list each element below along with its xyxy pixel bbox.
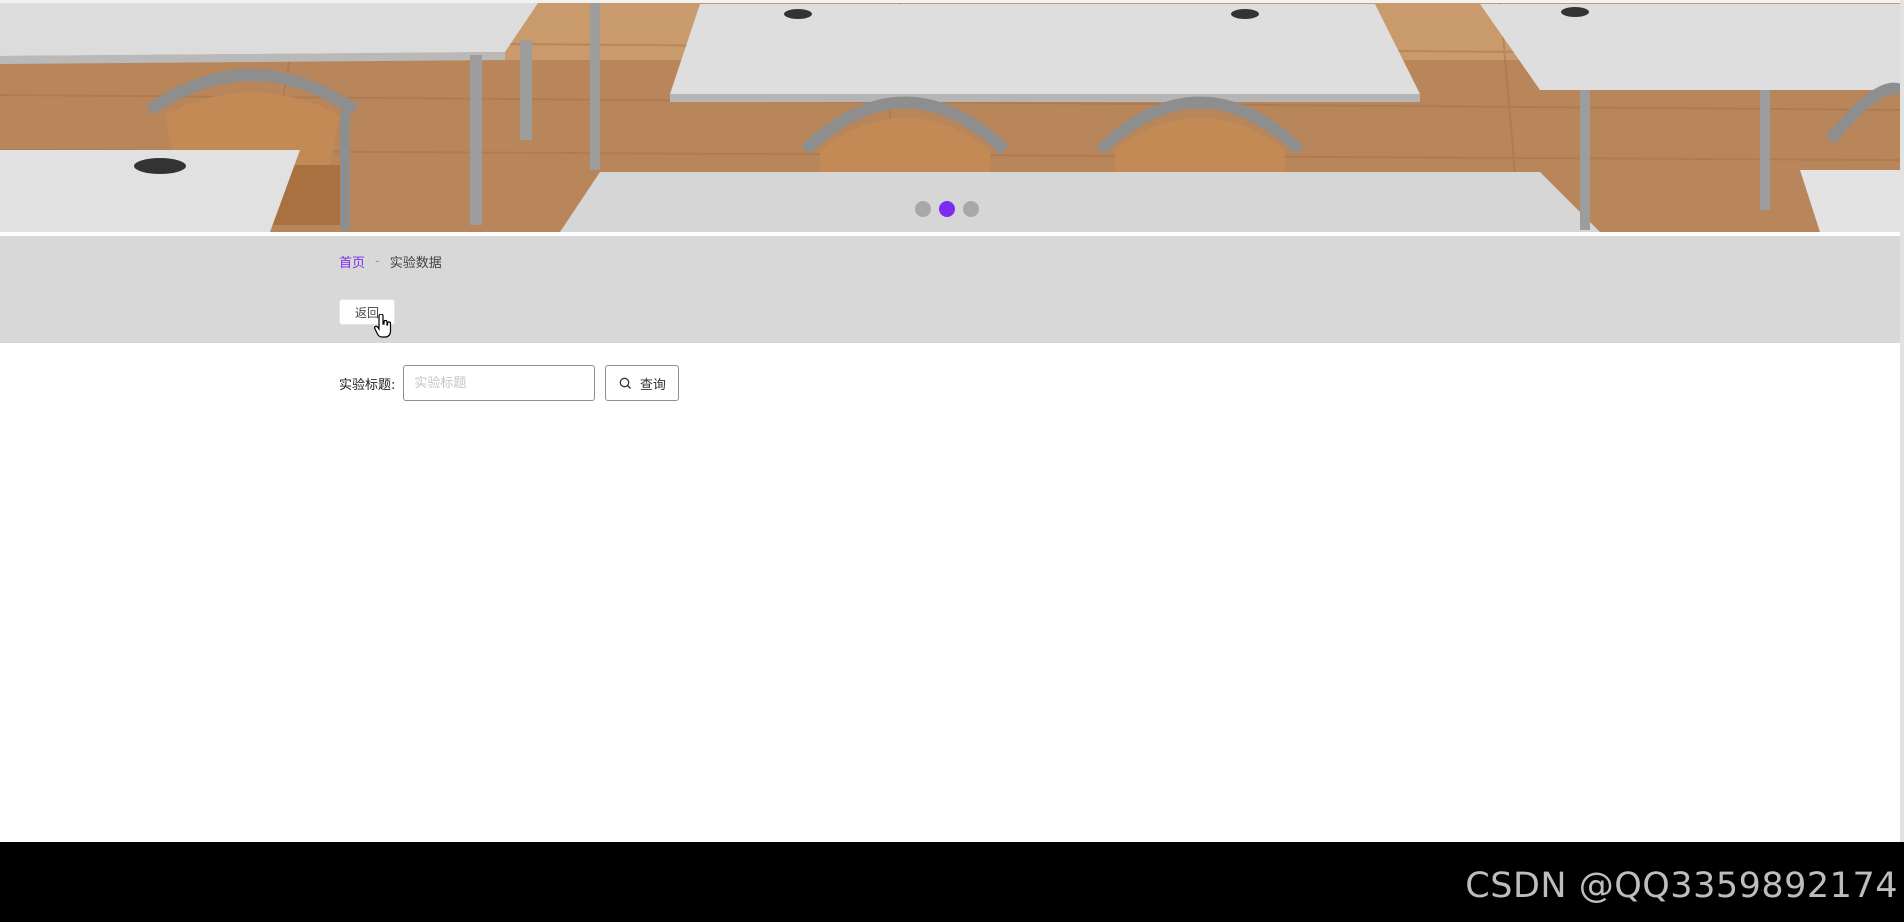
breadcrumb: 首页 - 实验数据 xyxy=(339,252,442,271)
search-input[interactable] xyxy=(403,365,596,401)
hand-cursor-icon xyxy=(374,314,392,338)
classroom-banner-image xyxy=(0,0,1900,232)
carousel-dot-1[interactable] xyxy=(915,201,931,217)
query-button-label: 查询 xyxy=(639,377,666,393)
breadcrumb-current: 实验数据 xyxy=(389,256,442,271)
breadcrumb-home[interactable]: 首页 xyxy=(339,252,365,271)
page-header: 首页 - 实验数据 返回 xyxy=(0,236,1900,343)
carousel-dot-2[interactable] xyxy=(939,201,955,217)
search-icon xyxy=(619,377,631,389)
watermark-text: CSDN @QQ3359892174 xyxy=(1465,866,1898,906)
search-label: 实验标题: xyxy=(339,377,396,393)
query-button[interactable]: 查询 xyxy=(605,365,680,401)
scrollbar-track[interactable] xyxy=(1900,0,1904,842)
page: 首页 - 实验数据 返回 实验标题: 查询 CSDN @QQ3359892174 xyxy=(0,0,1904,922)
hero-carousel xyxy=(0,0,1900,232)
search-form: 实验标题: 查询 xyxy=(339,365,680,401)
breadcrumb-separator: - xyxy=(375,254,380,269)
carousel-dot-3[interactable] xyxy=(963,201,979,217)
carousel-indicators xyxy=(915,199,979,219)
footer: CSDN @QQ3359892174 xyxy=(0,842,1904,922)
